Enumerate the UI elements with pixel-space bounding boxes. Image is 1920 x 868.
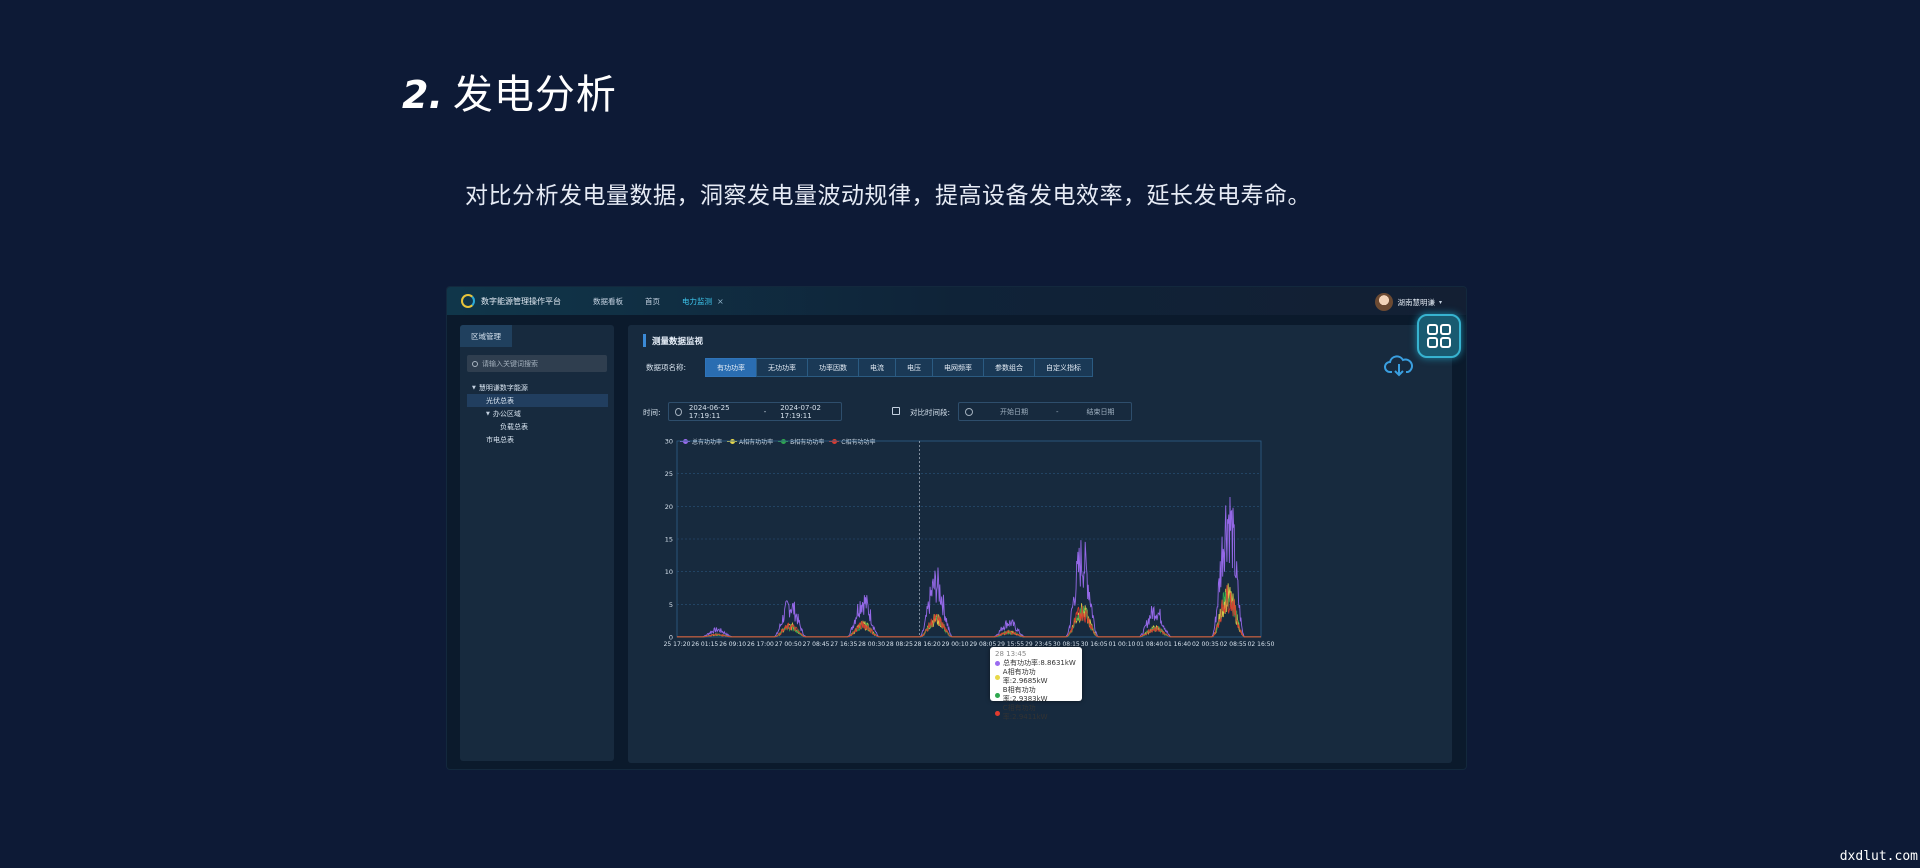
y-tick-label: 30: [665, 438, 673, 446]
caret-down-icon: ▼: [486, 410, 490, 417]
grid-icon: [1427, 324, 1451, 348]
y-tick-label: 20: [665, 503, 673, 511]
x-tick-label: 28 16:20: [914, 641, 941, 648]
series-line: [677, 585, 1261, 638]
sidebar: 区域管理 ▼慧明谦数字能源 光伏总表 ▼办公区域 负载总表 市电总表: [460, 325, 614, 761]
x-tick-label: 02 16:50: [1248, 641, 1275, 648]
x-tick-label: 29 00:10: [942, 641, 969, 648]
tooltip-dot: [995, 710, 1000, 716]
tree-node-label: 负载总表: [500, 422, 528, 431]
tooltip-dot: [995, 661, 1000, 666]
app-screenshot: 数字能源管理操作平台 数据看板 首页 电力监测 × 湖南慧明谦 ▾ 区域管理 ▼…: [447, 287, 1466, 769]
tooltip-row: 总有功功率:8.8631kW: [995, 659, 1077, 668]
user-menu[interactable]: 湖南慧明谦 ▾: [1375, 293, 1442, 311]
tooltip-row: C相有功功率:2.9411kW: [995, 704, 1077, 722]
tooltip-title: 28 13:45: [995, 650, 1027, 658]
tree-node-label: 办公区域: [492, 409, 521, 418]
x-tick-label: 02 00:35: [1192, 641, 1219, 648]
nav-power-monitor-label: 电力监测: [682, 296, 712, 306]
y-tick-label: 10: [665, 568, 673, 576]
x-tick-label: 26 09:10: [719, 641, 746, 648]
logo-icon: [461, 294, 475, 308]
section-number: 2.: [402, 73, 443, 117]
y-tick-label: 25: [665, 470, 673, 478]
tooltip-dot: [995, 674, 1000, 680]
tree-node-pv-meter[interactable]: 光伏总表: [467, 394, 608, 407]
nav-power-monitor[interactable]: 电力监测 ×: [682, 296, 724, 307]
app-grid-button[interactable]: [1417, 314, 1461, 358]
user-name: 湖南慧明谦: [1397, 297, 1435, 307]
sidebar-search: [467, 355, 607, 372]
chart-tooltip: 28 13:45 总有功功率:8.8631kW A相有功功率:2.9685kW …: [990, 647, 1082, 721]
tree-node-grid-meter[interactable]: 市电总表: [460, 433, 614, 446]
x-tick-label: 25 17:20: [664, 641, 691, 648]
watermark: dxdlut.com: [1839, 849, 1918, 864]
tree-node-load-meter[interactable]: 负载总表: [460, 420, 614, 433]
search-icon: [472, 360, 478, 367]
tree-node-label: 慧明谦数字能源: [478, 383, 528, 392]
tooltip-row: B相有功功率:2.9383kW: [995, 686, 1077, 704]
tooltip-text: C相有功功率:2.9411kW: [1002, 704, 1048, 721]
tooltip-text: A相有功功率:2.9685kW: [1002, 668, 1048, 685]
caret-down-icon: ▼: [472, 384, 476, 391]
search-input[interactable]: [482, 359, 602, 368]
x-tick-label: 01 16:40: [1164, 641, 1191, 648]
nav-home[interactable]: 首页: [645, 296, 660, 307]
close-icon[interactable]: ×: [717, 297, 724, 306]
top-bar: 数字能源管理操作平台 数据看板 首页 电力监测 × 湖南慧明谦 ▾: [447, 287, 1466, 315]
chevron-down-icon: ▾: [1438, 298, 1442, 306]
section-title: 发电分析: [452, 72, 617, 118]
x-tick-label: 01 00:10: [1109, 641, 1136, 648]
nav-dashboard[interactable]: 数据看板: [593, 296, 623, 307]
x-tick-label: 02 08:55: [1220, 641, 1247, 648]
x-tick-label: 30 16:05: [1081, 641, 1108, 648]
series-line: [677, 591, 1261, 638]
x-tick-label: 27 16:35: [830, 641, 857, 648]
region-tree: ▼ 慧明谦数字能源 光伏总表 ▼ 办公区域 负载总表 市电总表: [460, 381, 614, 446]
x-tick-label: 26 01:15: [691, 641, 718, 648]
tooltip-row: A相有功功率:2.9685kW: [995, 668, 1077, 686]
x-tick-label: 26 17:00: [747, 641, 774, 648]
avatar: [1375, 293, 1394, 311]
x-tick-label: 01 08:40: [1136, 641, 1163, 648]
x-tick-label: 28 08:25: [886, 641, 913, 648]
slide-heading: 2. 发电分析: [402, 62, 617, 120]
series-line: [677, 497, 1261, 638]
tree-node-office[interactable]: ▼ 办公区域: [460, 407, 614, 420]
monitor-panel: 测量数据监视 数据项名称: 有功功率 无功功率 功率因数 电流 电压 电网频率 …: [628, 325, 1452, 763]
brand-name: 数字能源管理操作平台: [481, 296, 561, 306]
x-tick-label: 28 00:30: [858, 641, 885, 648]
y-tick-label: 5: [669, 601, 673, 609]
series-line: [677, 583, 1261, 638]
x-tick-label: 27 08:45: [803, 641, 830, 648]
brand[interactable]: 数字能源管理操作平台: [461, 294, 561, 308]
x-tick-label: 27 00:50: [775, 641, 802, 648]
tooltip-text: 总有功功率:8.8631kW: [1003, 659, 1076, 667]
tree-node-label: 光伏总表: [486, 396, 514, 405]
tooltip-dot: [995, 692, 1000, 698]
top-nav: 数据看板 首页 电力监测 ×: [593, 296, 724, 307]
tab-region-management[interactable]: 区域管理: [460, 325, 512, 347]
tree-node-label: 市电总表: [486, 435, 514, 444]
section-description: 对比分析发电量数据，洞察发电量波动规律，提高设备发电效率，延长发电寿命。: [465, 183, 1311, 209]
y-tick-label: 15: [665, 536, 673, 544]
tooltip-text: B相有功功率:2.9383kW: [1002, 686, 1048, 703]
tree-node-root[interactable]: ▼ 慧明谦数字能源: [460, 381, 614, 394]
